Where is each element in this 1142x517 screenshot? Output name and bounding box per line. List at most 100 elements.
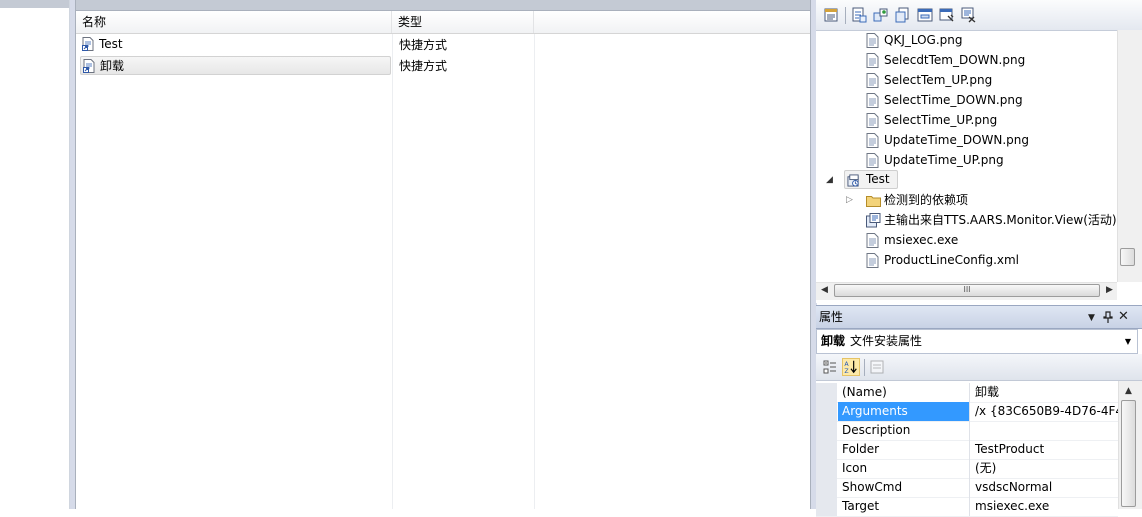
file-types-editor-icon[interactable]: [895, 7, 911, 23]
properties-object-selector[interactable]: 卸载 文件安装属性 ▼: [816, 329, 1138, 354]
property-value[interactable]: vsdscNormal: [971, 478, 1118, 497]
property-value[interactable]: /x {83C650B9-4D76-4F46: [971, 402, 1118, 421]
property-value[interactable]: 卸载: [971, 383, 1118, 402]
property-name: Folder: [838, 440, 970, 459]
list-item-name: Test: [99, 37, 123, 51]
file-list-top-border: [76, 0, 810, 11]
list-item[interactable]: Test 快捷方式: [76, 35, 810, 55]
shortcut-icon: [82, 37, 94, 51]
scroll-left-icon[interactable]: ◀: [821, 285, 828, 295]
toolbar-separator: [864, 359, 865, 376]
list-item-name-cell[interactable]: Test: [80, 35, 391, 54]
property-name: Icon: [838, 459, 970, 478]
property-row-margin: [816, 402, 837, 421]
property-row[interactable]: ShowCmd vsdscNormal: [816, 478, 1118, 498]
document-icon: [866, 53, 879, 68]
property-value[interactable]: msiexec.exe: [971, 497, 1118, 516]
file-list-pane[interactable]: 名称 类型 Test 快捷方式 卸载 快捷方式: [76, 0, 810, 509]
user-interface-editor-icon[interactable]: [917, 7, 933, 23]
property-row[interactable]: Arguments /x {83C650B9-4D76-4F46: [816, 402, 1118, 422]
tree-item-label: UpdateTime_UP.png: [884, 153, 1004, 167]
list-item-name: 卸载: [100, 59, 125, 73]
property-value[interactable]: [971, 421, 1118, 440]
property-row[interactable]: (Name) 卸载: [816, 383, 1118, 403]
tree-vertical-scroll-thumb[interactable]: [1120, 248, 1135, 266]
property-grid[interactable]: (Name) 卸载 Arguments /x {83C650B9-4D76-4F…: [816, 381, 1118, 517]
property-pages-icon[interactable]: [868, 358, 886, 376]
close-icon[interactable]: ✕: [1118, 309, 1129, 325]
property-row-margin: [816, 383, 837, 402]
list-item[interactable]: 卸载 快捷方式: [76, 56, 810, 76]
property-name: Target: [838, 497, 970, 516]
tree-item-label: 检测到的依赖项: [884, 193, 969, 207]
property-row[interactable]: Folder TestProduct: [816, 440, 1118, 460]
tree-item-label: 主输出来自TTS.AARS.Monitor.View(活动): [884, 213, 1117, 227]
scroll-up-icon[interactable]: ▲: [1125, 386, 1132, 396]
file-system-editor-icon[interactable]: [851, 7, 867, 23]
property-grid-scroll-thumb[interactable]: [1121, 400, 1136, 507]
pin-icon[interactable]: [1103, 311, 1113, 323]
svg-text:Z: Z: [844, 368, 848, 375]
file-list-header: 名称 类型: [76, 11, 810, 34]
tree-item-label: msiexec.exe: [884, 233, 959, 247]
tree-item-label: SelecdtTem_DOWN.png: [884, 53, 1026, 67]
property-value[interactable]: (无): [971, 459, 1118, 478]
property-name: Description: [838, 421, 970, 440]
document-icon: [866, 33, 879, 48]
property-row-margin: [816, 497, 837, 516]
selected-object-name: 卸载: [821, 334, 846, 348]
list-item-type: 快捷方式: [399, 38, 448, 52]
tree-item-label: SelectTem_UP.png: [884, 73, 993, 87]
document-icon: [866, 113, 879, 128]
scroll-right-icon[interactable]: ▶: [1106, 285, 1113, 295]
toolbar-separator: [845, 7, 846, 24]
launch-conditions-editor-icon[interactable]: [961, 7, 977, 23]
registry-editor-icon[interactable]: [873, 7, 889, 23]
chevron-down-icon[interactable]: ▼: [1125, 337, 1131, 346]
scroll-grip: III: [963, 285, 971, 294]
dropdown-arrow-icon[interactable]: ▼: [1088, 310, 1095, 326]
svg-text:A: A: [844, 361, 849, 368]
document-icon: [866, 233, 879, 248]
tree-item-project[interactable]: Test: [844, 170, 898, 189]
tree-item-label: Test: [866, 172, 890, 186]
list-item-name-cell-selected[interactable]: 卸载: [80, 56, 391, 75]
document-icon: [866, 253, 879, 268]
document-icon: [866, 153, 879, 168]
tree-item-label: UpdateTime_DOWN.png: [884, 133, 1030, 147]
project-output-icon: [866, 213, 881, 228]
column-header-name[interactable]: 名称: [76, 11, 392, 33]
left-tree-pane[interactable]: [0, 0, 70, 509]
tree-horizontal-scroll-thumb[interactable]: III: [834, 284, 1100, 297]
property-row[interactable]: Icon (无): [816, 459, 1118, 479]
properties-icon[interactable]: [823, 7, 839, 23]
column-header-type[interactable]: 类型: [392, 11, 534, 33]
tree-vertical-scrollbar[interactable]: [1117, 30, 1142, 282]
expand-arrow-icon[interactable]: ▷: [846, 195, 853, 205]
collapse-arrow-icon[interactable]: ◢: [826, 175, 833, 185]
tree-item-label: SelectTime_DOWN.png: [884, 93, 1023, 107]
tree-item-label: SelectTime_UP.png: [884, 113, 998, 127]
property-row[interactable]: Description: [816, 421, 1118, 441]
document-icon: [866, 133, 879, 148]
properties-title-bar: 属性 ▼ ✕: [816, 305, 1142, 329]
document-icon: [866, 93, 879, 108]
solution-explorer-pane[interactable]: QKJ_LOG.png SelecdtTem_DOWN.png SelectTe…: [816, 0, 1142, 303]
column-divider: [392, 34, 393, 509]
property-row-margin: [816, 459, 837, 478]
property-value[interactable]: TestProduct: [971, 440, 1118, 459]
sort-alphabetical-icon: A Z: [844, 360, 857, 375]
custom-actions-editor-icon[interactable]: [939, 7, 955, 23]
categorized-icon[interactable]: [821, 358, 839, 376]
property-name-selected: Arguments: [838, 402, 970, 421]
column-divider: [534, 34, 535, 509]
alphabetical-button[interactable]: A Z: [842, 358, 860, 376]
properties-toolbar: A Z: [816, 354, 1142, 381]
list-item-type: 快捷方式: [399, 59, 448, 73]
solution-explorer-toolbar: [816, 0, 1142, 31]
property-name: ShowCmd: [838, 478, 970, 497]
left-pane-header: [0, 0, 69, 8]
selected-object-type: 文件安装属性: [850, 334, 923, 348]
property-row-margin: [816, 421, 837, 440]
property-row[interactable]: Target msiexec.exe: [816, 497, 1118, 517]
